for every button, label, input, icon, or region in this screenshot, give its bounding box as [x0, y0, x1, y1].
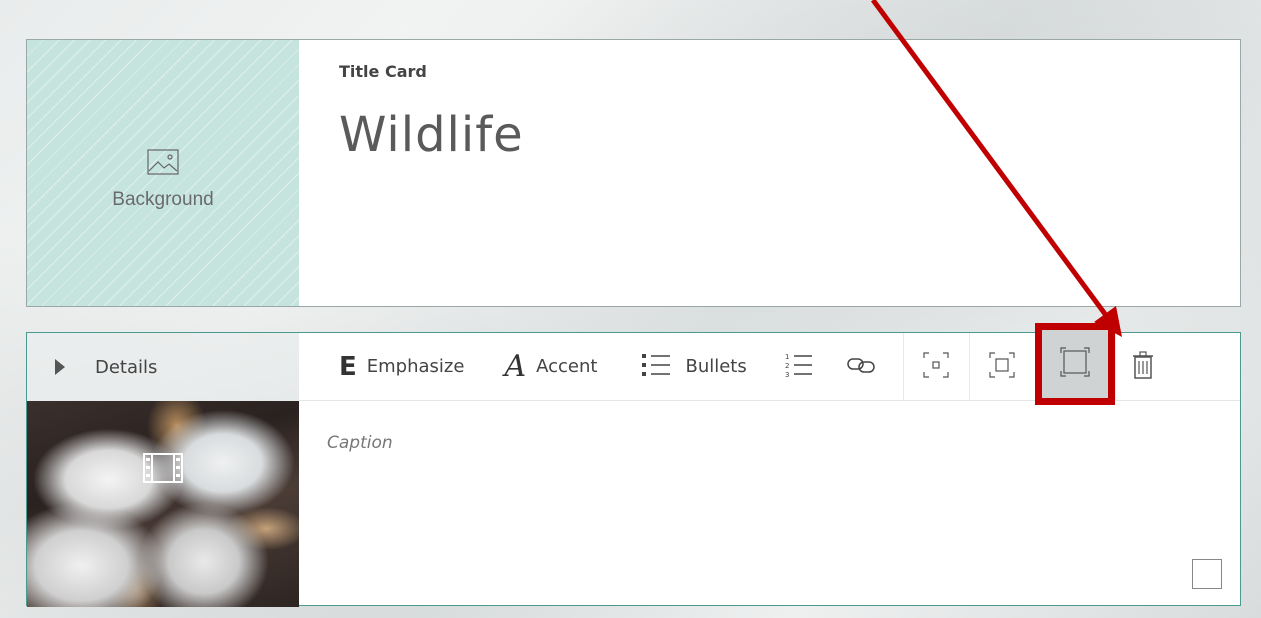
size-button-group: [902, 322, 1171, 405]
emphasize-button[interactable]: E Emphasize: [339, 352, 464, 382]
numbered-list-icon: 1 2 3: [785, 351, 813, 383]
small-size-icon: [923, 351, 949, 382]
expand-arrow-icon: [55, 359, 65, 375]
bullets-label: Bullets: [685, 356, 747, 377]
details-left-panel: Details: [27, 333, 299, 607]
emphasize-label: Emphasize: [366, 356, 465, 377]
bullets-button[interactable]: Bullets: [641, 352, 747, 382]
accent-label: Accent: [536, 356, 598, 377]
background-label: Background: [112, 189, 214, 210]
trash-icon: [1132, 350, 1154, 383]
card-type-label: Title Card: [339, 62, 427, 81]
media-thumbnail[interactable]: [27, 401, 299, 607]
large-size-button[interactable]: [1034, 322, 1115, 405]
title-card: Background Title Card Wildlife: [26, 39, 1241, 307]
film-icon: [143, 453, 183, 487]
caption-field[interactable]: Caption: [299, 401, 1240, 453]
link-icon: [847, 355, 875, 379]
background-picker[interactable]: Background: [27, 40, 299, 306]
large-size-icon: [1060, 346, 1090, 381]
svg-text:2: 2: [785, 362, 789, 370]
small-size-button[interactable]: [902, 332, 969, 401]
details-label: Details: [95, 356, 158, 378]
bullets-icon: [641, 352, 685, 382]
medium-size-button[interactable]: [968, 332, 1035, 401]
details-editor: E Emphasize A Accent Bullets 1 2 3 Capti…: [299, 322, 1240, 605]
formatting-toolbar: E Emphasize A Accent Bullets 1 2 3: [299, 322, 1240, 405]
delete-button[interactable]: [1114, 332, 1171, 401]
svg-text:1: 1: [785, 353, 789, 361]
emphasize-icon: E: [339, 351, 357, 382]
numbered-list-button[interactable]: 1 2 3: [785, 351, 813, 383]
accent-icon: A: [504, 349, 527, 384]
details-card: Details E Emphasize A Accent Bullets 1 2…: [26, 322, 1241, 607]
card-title[interactable]: Wildlife: [339, 107, 1240, 163]
corner-checkbox[interactable]: [1192, 559, 1222, 589]
svg-text:3: 3: [785, 371, 789, 379]
accent-button[interactable]: A Accent: [504, 349, 597, 384]
title-content: Title Card Wildlife: [299, 40, 1240, 306]
details-toggle[interactable]: Details: [27, 333, 299, 401]
image-icon: [147, 135, 179, 189]
link-button[interactable]: [847, 355, 875, 379]
medium-size-icon: [989, 351, 1015, 382]
